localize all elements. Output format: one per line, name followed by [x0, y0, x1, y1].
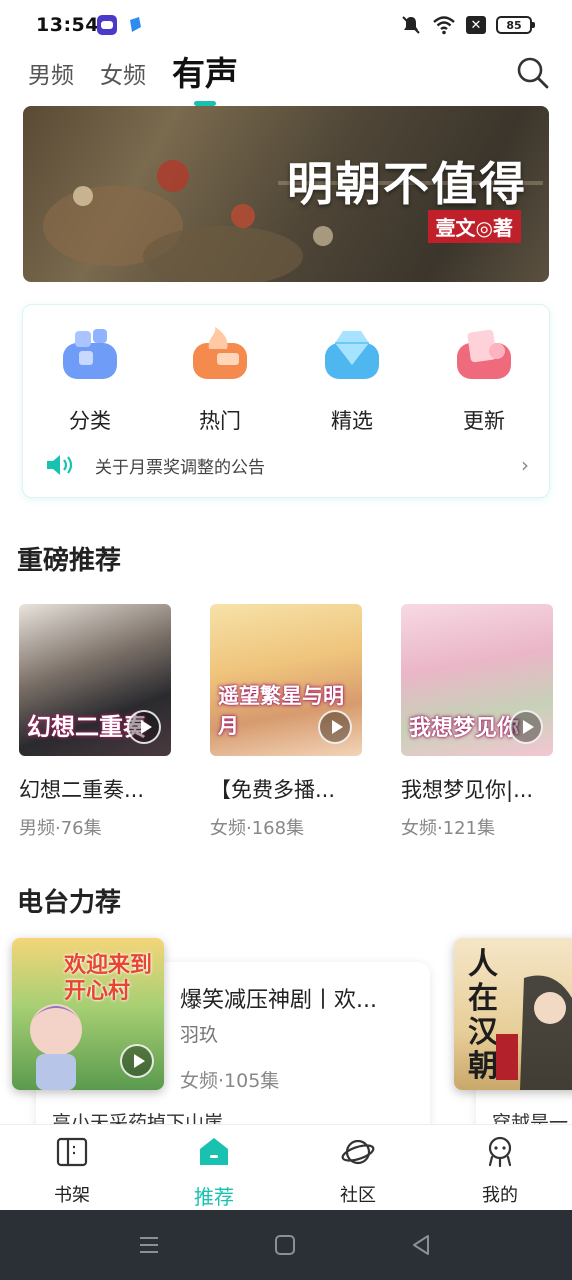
bottom-nav: 书架 推荐 社区 我的 [0, 1124, 572, 1210]
status-time: 13:54 [36, 14, 99, 36]
notice-text: 关于月票奖调整的公告 [95, 457, 265, 478]
home-icon [200, 1138, 228, 1165]
tab-audio[interactable]: 有声 [172, 52, 238, 106]
nav-label: 书架 [54, 1185, 90, 1206]
profile-icon [488, 1136, 512, 1168]
play-icon[interactable] [120, 1044, 154, 1078]
back-icon[interactable] [408, 1232, 434, 1258]
wifi-icon [433, 16, 455, 35]
play-icon[interactable] [318, 710, 352, 744]
banner-author: 壹文◎著 [427, 210, 521, 243]
quick-link-label: 热门 [199, 409, 241, 433]
cover-title: 我想梦见你 [409, 715, 520, 741]
book-meta: 女频·121集 [401, 818, 496, 839]
nav-community[interactable]: 社区 [318, 1135, 398, 1207]
book-card[interactable]: 我想梦见你 我想梦见你|... 女频·121集 [401, 604, 555, 840]
menu-icon[interactable] [136, 1232, 162, 1258]
banner-title: 明朝不值得 [287, 157, 527, 211]
quick-link-hot[interactable]: 热门 [175, 325, 265, 435]
planet-icon [341, 1139, 375, 1165]
cover-character [496, 975, 572, 1090]
chevron-right-icon: › [521, 453, 529, 477]
category-icon [63, 329, 117, 379]
play-icon[interactable] [509, 710, 543, 744]
nav-label: 推荐 [194, 1185, 234, 1209]
top-tabs: 男频 女频 有声 [28, 52, 238, 106]
section-title-radio: 电台力荐 [17, 888, 122, 918]
tab-female[interactable]: 女频 [100, 56, 146, 96]
sim-off-icon: ✕ [466, 16, 486, 34]
banner[interactable]: 明朝不值得 壹文◎著 [23, 106, 549, 282]
nav-profile[interactable]: 我的 [460, 1135, 540, 1207]
book-title: 我想梦见你|... [401, 778, 534, 802]
book-cover: 我想梦见你 [401, 604, 553, 756]
game-app-icon [97, 15, 117, 35]
book-cover: 遥望繁星与明月 [210, 604, 362, 756]
nav-bookshelf[interactable]: 书架 [32, 1135, 112, 1207]
book-card[interactable]: 遥望繁星与明月 【免费多播... 女频·168集 [210, 604, 364, 840]
radio-cover[interactable]: 欢迎来到开心村 [12, 938, 164, 1090]
book-card[interactable]: 幻想二重奏 幻想二重奏... 男频·76集 [19, 604, 173, 840]
nav-recommend[interactable]: 推荐 [174, 1135, 254, 1210]
home-button-icon[interactable] [272, 1232, 298, 1258]
hot-icon [193, 327, 247, 379]
bookshelf-icon [56, 1137, 88, 1167]
app-notification-icon [130, 17, 141, 32]
quick-links-card: 分类 热门 精选 更新 关于月票奖调整的公告 › [22, 304, 550, 498]
radio-title: 爆笑减压神剧丨欢... [180, 988, 377, 1013]
mute-icon [402, 16, 420, 34]
search-icon[interactable] [516, 56, 550, 90]
section-title-featured: 重磅推荐 [17, 546, 122, 576]
radio-cover[interactable]: 人在汉朝 [454, 938, 572, 1090]
quick-link-label: 分类 [69, 409, 111, 433]
play-icon[interactable] [127, 710, 161, 744]
radio-author: 羽玖 [180, 1024, 219, 1046]
quick-link-label: 更新 [463, 409, 505, 433]
quick-link-category[interactable]: 分类 [45, 325, 135, 435]
book-title: 【免费多播... [210, 778, 336, 802]
nav-label: 社区 [340, 1185, 376, 1206]
system-nav-bar [0, 1210, 572, 1280]
diamond-icon [325, 331, 379, 379]
status-indicators: ✕ 85 [400, 14, 535, 36]
book-title: 幻想二重奏... [19, 778, 145, 802]
quick-link-label: 精选 [331, 409, 373, 433]
book-meta: 女频·168集 [210, 818, 305, 839]
update-icon [457, 329, 511, 379]
status-bar: 13:54 ✕ 85 [0, 0, 572, 50]
tab-male[interactable]: 男频 [28, 56, 74, 96]
book-cover: 幻想二重奏 [19, 604, 171, 756]
radio-meta: 女频·105集 [180, 1070, 280, 1092]
battery-icon: 85 [496, 16, 535, 34]
nav-label: 我的 [482, 1185, 518, 1206]
quick-link-featured[interactable]: 精选 [307, 325, 397, 435]
notice-bar[interactable]: 关于月票奖调整的公告 › [45, 447, 529, 483]
book-meta: 男频·76集 [19, 818, 102, 839]
quick-link-update[interactable]: 更新 [439, 325, 529, 435]
speaker-icon [47, 455, 73, 475]
